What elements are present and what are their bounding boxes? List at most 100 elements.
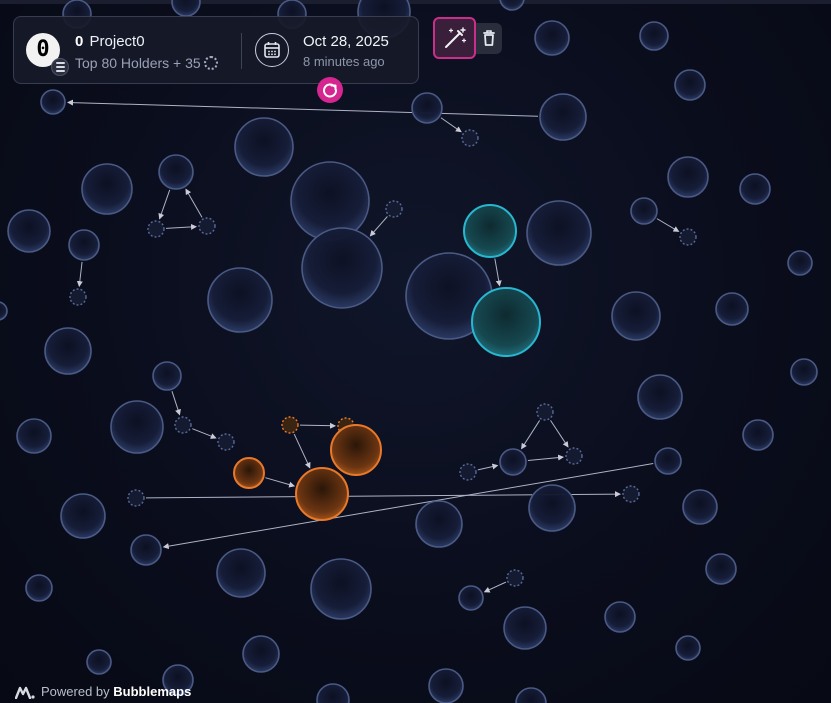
- holder-bubble[interactable]: [25, 574, 53, 602]
- holder-bubble[interactable]: [16, 418, 52, 454]
- bubble-map[interactable]: [0, 0, 831, 703]
- holder-bubble[interactable]: [630, 197, 658, 225]
- spinner-icon: [203, 56, 218, 70]
- holder-bubble[interactable]: [667, 156, 709, 198]
- holder-bubble[interactable]: [682, 489, 718, 525]
- hidden-wallet-bubble[interactable]: [147, 220, 165, 238]
- holder-bubble[interactable]: [290, 161, 370, 241]
- holder-bubble[interactable]: [0, 301, 8, 321]
- holder-bubble[interactable]: [158, 154, 194, 190]
- hidden-wallet-bubble[interactable]: [506, 569, 524, 587]
- holder-bubble[interactable]: [458, 585, 484, 611]
- calendar-button[interactable]: [255, 33, 289, 67]
- holder-bubble[interactable]: [705, 553, 737, 585]
- holder-bubble[interactable]: [207, 267, 273, 333]
- holder-bubble[interactable]: [499, 448, 527, 476]
- transfer-link: [656, 218, 680, 232]
- trash-button[interactable]: [476, 23, 502, 54]
- holder-bubble[interactable]: [242, 635, 280, 673]
- holder-bubble[interactable]: [639, 21, 669, 51]
- holder-bubble[interactable]: [515, 687, 547, 703]
- magic-wand-button[interactable]: [433, 17, 476, 59]
- holder-bubble[interactable]: [110, 400, 164, 454]
- holder-bubble[interactable]: [40, 89, 66, 115]
- holder-bubble[interactable]: [654, 447, 682, 475]
- transfer-link: [477, 463, 499, 471]
- hidden-wallet-bubble-orange[interactable]: [281, 416, 299, 434]
- hidden-wallet-bubble[interactable]: [679, 228, 697, 246]
- holder-bubble[interactable]: [715, 292, 749, 326]
- holder-bubble[interactable]: [604, 601, 636, 633]
- hidden-wallet-bubble[interactable]: [461, 129, 479, 147]
- holder-bubble[interactable]: [152, 361, 182, 391]
- holder-bubble[interactable]: [60, 493, 106, 539]
- holder-bubble[interactable]: [539, 93, 587, 141]
- hidden-wallet-bubble[interactable]: [622, 485, 640, 503]
- token-name: Project0: [89, 33, 145, 50]
- refresh-button[interactable]: [317, 77, 343, 103]
- hidden-wallet-bubble[interactable]: [565, 447, 583, 465]
- holder-bubble[interactable]: [411, 92, 443, 124]
- holder-bubble[interactable]: [528, 484, 576, 532]
- holder-bubble[interactable]: [675, 635, 701, 661]
- holder-bubble[interactable]: [787, 250, 813, 276]
- token-header-card: 0 0 Project0 Top 80 Holders + 35 Oct 28,…: [13, 16, 419, 84]
- holder-bubble-orange-cluster[interactable]: [233, 457, 265, 489]
- holder-bubble[interactable]: [316, 683, 350, 703]
- holder-bubble[interactable]: [68, 229, 100, 261]
- transfer-link: [76, 261, 83, 288]
- hidden-wallet-bubble[interactable]: [536, 403, 554, 421]
- holder-bubble[interactable]: [428, 668, 464, 703]
- header-divider: [241, 33, 242, 69]
- holder-bubble[interactable]: [171, 0, 201, 17]
- holders-summary[interactable]: Top 80 Holders + 35: [75, 55, 218, 71]
- holder-bubble[interactable]: [216, 548, 266, 598]
- holder-bubble[interactable]: [503, 606, 547, 650]
- holder-bubble[interactable]: [637, 374, 683, 420]
- holder-bubble[interactable]: [130, 534, 162, 566]
- holder-bubble[interactable]: [526, 200, 592, 266]
- powered-by-footer[interactable]: Powered by Bubblemaps: [14, 684, 191, 702]
- updated-ago: 8 minutes ago: [303, 54, 385, 69]
- holder-bubble[interactable]: [310, 558, 372, 620]
- holder-bubble[interactable]: [611, 291, 661, 341]
- transfer-link: [440, 117, 462, 133]
- hidden-wallet-bubble[interactable]: [198, 217, 216, 235]
- token-symbol: 0: [75, 33, 84, 50]
- hidden-wallet-bubble[interactable]: [127, 489, 145, 507]
- holder-bubble[interactable]: [7, 209, 51, 253]
- transfer-link: [483, 581, 507, 593]
- holder-bubble[interactable]: [674, 69, 706, 101]
- holder-bubble[interactable]: [534, 20, 570, 56]
- holder-bubble[interactable]: [301, 227, 383, 309]
- holder-bubble[interactable]: [415, 500, 463, 548]
- holder-bubble[interactable]: [742, 419, 774, 451]
- transfer-link: [185, 188, 203, 218]
- holder-bubble-orange-cluster[interactable]: [295, 467, 349, 521]
- holders-text: Top 80 Holders + 35: [75, 55, 201, 71]
- holder-bubble-cyan-cluster[interactable]: [471, 287, 541, 357]
- magic-wand-icon: [445, 27, 467, 48]
- hidden-wallet-bubble[interactable]: [385, 200, 403, 218]
- transfer-link: [527, 454, 565, 462]
- holder-bubble[interactable]: [44, 327, 92, 375]
- holder-bubble[interactable]: [739, 173, 771, 205]
- calendar-icon: [264, 42, 280, 58]
- transfer-link: [494, 258, 502, 287]
- holder-bubble-cyan-cluster[interactable]: [463, 204, 517, 258]
- hidden-wallet-bubble[interactable]: [459, 463, 477, 481]
- holder-bubble[interactable]: [81, 163, 133, 215]
- holder-bubble[interactable]: [790, 358, 818, 386]
- hidden-wallet-bubble[interactable]: [217, 433, 235, 451]
- snapshot-date[interactable]: Oct 28, 2025: [303, 33, 389, 50]
- holder-bubble[interactable]: [86, 649, 112, 675]
- hidden-wallet-bubble[interactable]: [69, 288, 87, 306]
- holder-bubble-orange-cluster[interactable]: [330, 424, 382, 476]
- transfer-link: [550, 420, 569, 448]
- token-title: 0 Project0: [75, 33, 145, 50]
- layers-icon: [51, 58, 69, 76]
- transfer-link: [299, 422, 337, 429]
- hidden-wallet-bubble[interactable]: [174, 416, 192, 434]
- holder-bubble[interactable]: [234, 117, 294, 177]
- holder-bubble[interactable]: [499, 0, 525, 11]
